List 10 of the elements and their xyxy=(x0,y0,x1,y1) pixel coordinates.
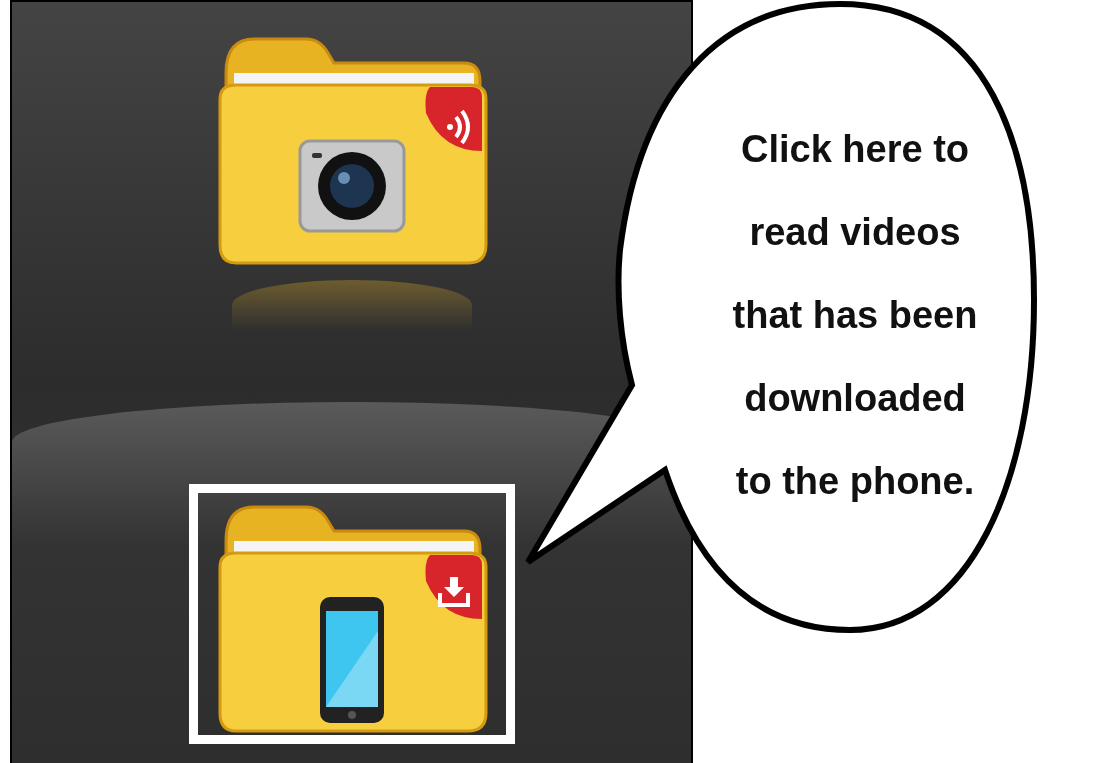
badge-icon xyxy=(425,87,482,151)
badge-icon xyxy=(425,555,482,619)
callout-text: downloaded xyxy=(744,377,966,420)
callout-text: that has been xyxy=(732,294,978,337)
folder-button[interactable] xyxy=(188,484,515,744)
camera-icon xyxy=(298,139,405,233)
callout-text: read videos xyxy=(749,211,961,254)
callout-text: Click here to xyxy=(740,128,970,171)
callout-text: to the phone. xyxy=(735,460,975,503)
phone-icon xyxy=(319,597,384,723)
